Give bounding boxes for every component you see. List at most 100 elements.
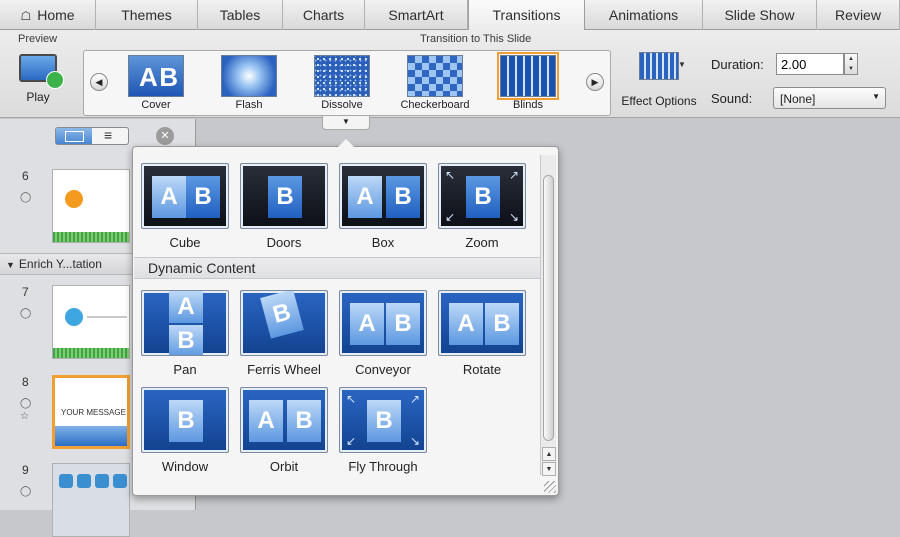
transition-label: Pan bbox=[173, 362, 197, 377]
gallery-item-label: Flash bbox=[235, 99, 263, 111]
play-label: Play bbox=[26, 90, 50, 104]
tab-tables[interactable]: Tables bbox=[198, 0, 283, 30]
effect-options-button[interactable]: Effect Options bbox=[614, 52, 704, 108]
flash-transition-icon bbox=[221, 55, 277, 97]
gallery-item-flash[interactable]: Flash bbox=[214, 55, 284, 111]
transition-label: Conveyor bbox=[355, 362, 411, 377]
arrow-icon: ↖ bbox=[346, 392, 357, 406]
gallery-prev-button[interactable]: ◀ bbox=[90, 73, 108, 91]
play-button[interactable]: Play bbox=[14, 54, 64, 114]
face-a: A bbox=[348, 176, 382, 218]
slides-view-button[interactable] bbox=[56, 128, 92, 144]
orbit-transition-icon: A B bbox=[240, 387, 328, 453]
slide-number: 6 bbox=[22, 169, 29, 183]
tab-transitions[interactable]: Transitions bbox=[468, 0, 585, 31]
transition-cube[interactable]: A B Cube bbox=[139, 163, 231, 250]
transition-label: Box bbox=[371, 235, 395, 250]
app-icons-graphic bbox=[59, 474, 127, 488]
slide-thumbnail bbox=[52, 285, 130, 359]
face-a: A bbox=[249, 400, 283, 442]
view-toggle bbox=[55, 127, 129, 145]
transition-doors[interactable]: B Doors bbox=[238, 163, 330, 250]
transition-window[interactable]: B Window bbox=[139, 387, 231, 474]
gallery-expand-button[interactable]: ▼ bbox=[322, 116, 370, 130]
ribbon-tab-bar: ☖ Home Themes Tables Charts SmartArt Tran… bbox=[0, 0, 900, 31]
arrow-icon: ↗ bbox=[508, 168, 519, 182]
transitions-ribbon: Preview Play Transition to This Slide ◀ … bbox=[0, 30, 900, 118]
cube-transition-icon: A B bbox=[141, 163, 229, 229]
transition-ferris-wheel[interactable]: B Ferris Wheel bbox=[238, 290, 330, 377]
face-a: A bbox=[449, 303, 483, 345]
face-b: B bbox=[287, 400, 321, 442]
scroll-down-button[interactable]: ▼ bbox=[542, 462, 556, 476]
tab-home[interactable]: ☖ Home bbox=[0, 0, 96, 30]
chevron-down-icon: ▼ bbox=[342, 117, 350, 126]
chevron-left-icon: ◀ bbox=[95, 77, 103, 87]
gallery-item-label: Checkerboard bbox=[400, 99, 470, 111]
arrow-icon: ↖ bbox=[445, 168, 456, 182]
transition-rotate[interactable]: A B Rotate bbox=[436, 290, 528, 377]
slide-number: 7 bbox=[22, 285, 29, 299]
transition-box[interactable]: A B Box bbox=[337, 163, 429, 250]
gallery-item-dissolve[interactable]: Dissolve bbox=[307, 55, 377, 111]
transition-label: Fly Through bbox=[348, 459, 418, 474]
doors-transition-icon: B bbox=[240, 163, 328, 229]
transition-group-label: Transition to This Slide bbox=[420, 33, 532, 45]
cover-transition-icon bbox=[128, 55, 184, 97]
transition-fly-through[interactable]: B ↖ ↗ ↙ ↘ Fly Through bbox=[337, 387, 429, 474]
dissolve-transition-icon bbox=[314, 55, 370, 97]
blinds-transition-icon bbox=[497, 52, 559, 100]
resize-grip-icon[interactable] bbox=[544, 481, 556, 493]
gallery-item-blinds[interactable]: Blinds bbox=[493, 52, 563, 111]
face-b: B bbox=[485, 303, 519, 345]
slide-thumbnail-selected: YOUR MESSAGE bbox=[52, 375, 130, 449]
face-b: B bbox=[367, 400, 401, 442]
tab-themes[interactable]: Themes bbox=[96, 0, 198, 30]
tab-smartart[interactable]: SmartArt bbox=[365, 0, 468, 30]
tab-charts[interactable]: Charts bbox=[283, 0, 365, 30]
arrow-icon: ↙ bbox=[445, 210, 456, 224]
gallery-scrollbar[interactable]: ▲ ▼ bbox=[540, 155, 556, 476]
transition-label: Zoom bbox=[465, 235, 499, 250]
thumb-text-line bbox=[87, 316, 127, 318]
gallery-item-cover[interactable]: Cover bbox=[121, 55, 191, 111]
zoom-transition-icon: B ↖ ↗ ↙ ↘ bbox=[438, 163, 526, 229]
close-icon[interactable]: ✕ bbox=[156, 127, 174, 145]
duration-stepper[interactable]: ▲ ▼ bbox=[844, 53, 858, 75]
face-b: B bbox=[268, 176, 302, 218]
play-preview-icon bbox=[19, 54, 64, 89]
sound-value: [None] bbox=[780, 92, 816, 106]
grass-graphic bbox=[53, 232, 129, 242]
gallery-item-checkerboard[interactable]: Checkerboard bbox=[400, 55, 470, 111]
transition-badge-icon: ◯ bbox=[20, 192, 32, 203]
scroll-up-button[interactable]: ▲ bbox=[542, 447, 556, 461]
ferris-wheel-transition-icon: B bbox=[240, 290, 328, 356]
gallery-next-button[interactable]: ▶ bbox=[586, 73, 604, 91]
tab-slide-show[interactable]: Slide Show bbox=[703, 0, 817, 30]
tab-animations[interactable]: Animations bbox=[585, 0, 703, 30]
transition-label: Window bbox=[161, 459, 209, 474]
arrow-icon: ↘ bbox=[409, 434, 420, 448]
transition-badge-icon: ◯ bbox=[20, 486, 32, 497]
conveyor-transition-icon: A B bbox=[339, 290, 427, 356]
scrollbar-thumb[interactable] bbox=[543, 175, 554, 441]
thumb-footer-bar bbox=[55, 426, 127, 446]
section-title: Enrich Y...tation bbox=[18, 257, 102, 271]
tab-review[interactable]: Review bbox=[817, 0, 900, 30]
checkerboard-transition-icon bbox=[407, 55, 463, 97]
fly-through-transition-icon: B ↖ ↗ ↙ ↘ bbox=[339, 387, 427, 453]
transition-pan[interactable]: A B Pan bbox=[139, 290, 231, 377]
duration-field[interactable] bbox=[776, 53, 844, 75]
preview-group-label: Preview bbox=[18, 33, 58, 45]
home-icon: ☖ bbox=[20, 9, 32, 23]
transition-zoom[interactable]: B ↖ ↗ ↙ ↘ Zoom bbox=[436, 163, 528, 250]
face-a: A bbox=[169, 291, 203, 323]
face-b: B bbox=[186, 176, 220, 218]
transition-orbit[interactable]: A B Orbit bbox=[238, 387, 330, 474]
face-b: B bbox=[260, 291, 304, 339]
sound-select[interactable]: [None] ▼ bbox=[773, 87, 886, 109]
transition-conveyor[interactable]: A B Conveyor bbox=[337, 290, 429, 377]
outline-view-button[interactable] bbox=[92, 127, 128, 144]
face-b: B bbox=[169, 325, 203, 355]
face-a: A bbox=[152, 176, 186, 218]
